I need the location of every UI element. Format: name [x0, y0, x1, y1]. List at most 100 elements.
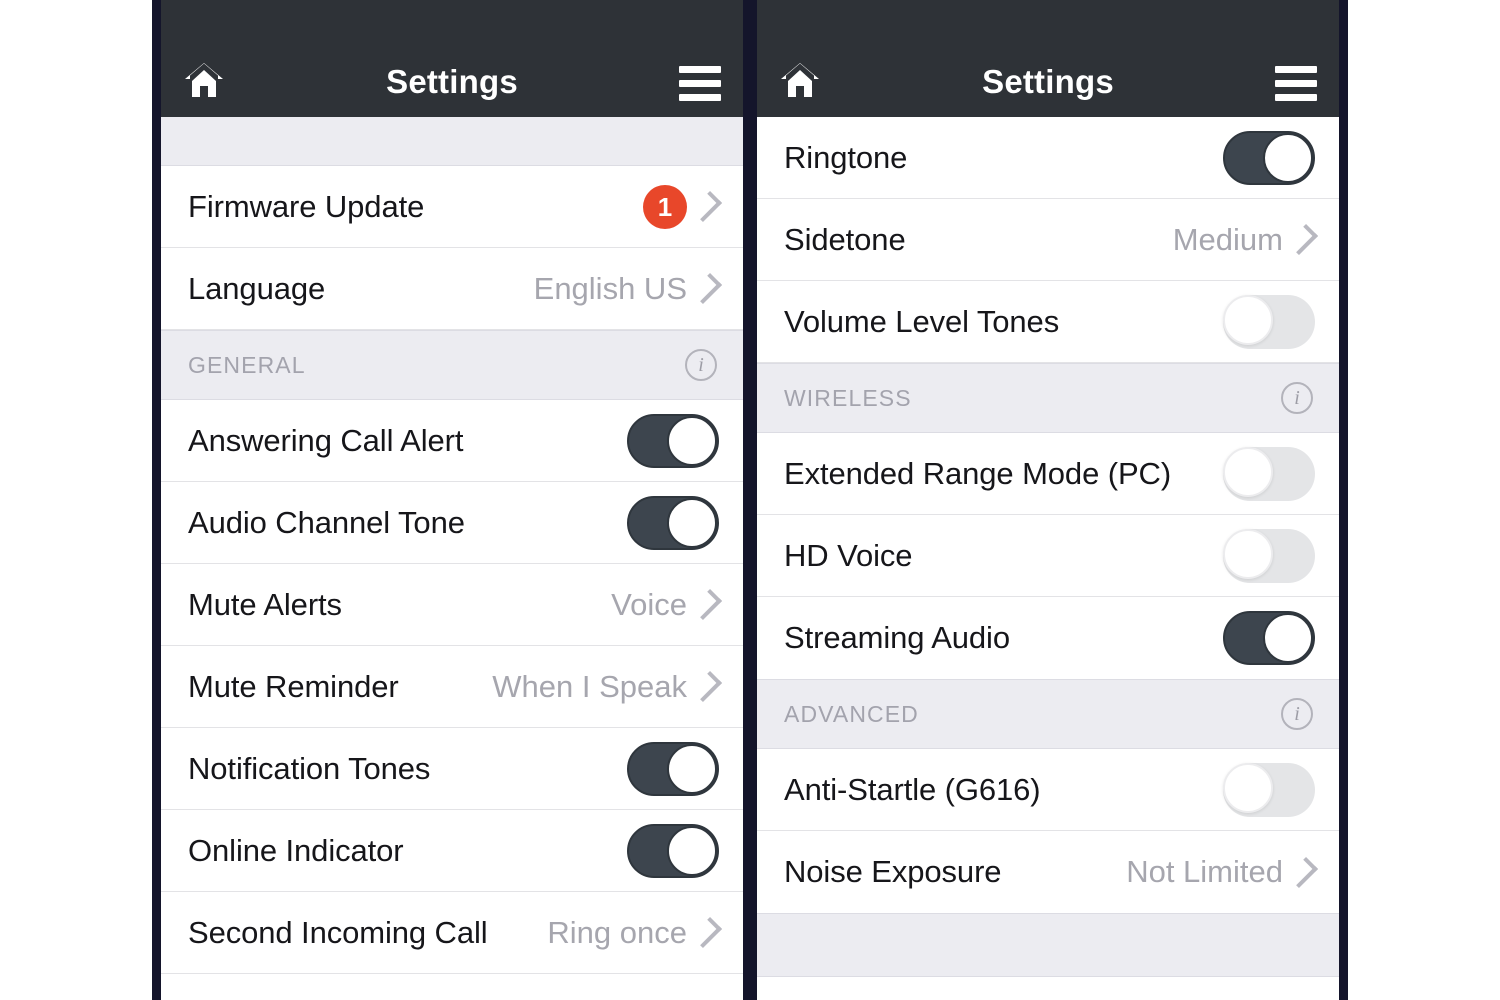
settings-list-left: Firmware Update 1 Language English US GE…	[161, 117, 743, 974]
app-header-left: Settings	[161, 0, 743, 117]
row-value: Voice	[611, 586, 687, 622]
toggle-volume-level-tones[interactable]	[1223, 294, 1315, 349]
list-item-ringtone[interactable]: Ringtone	[757, 117, 1339, 199]
row-label: Extended Range Mode (PC)	[784, 455, 1172, 491]
row-control: Medium	[1172, 221, 1319, 258]
list-item-mute-alerts[interactable]: Mute Alerts Voice	[161, 564, 743, 646]
list-item-firmware-update[interactable]: Firmware Update 1	[161, 166, 743, 248]
list-item-volume-level-tones[interactable]: Volume Level Tones	[757, 281, 1339, 363]
chevron-right-icon	[690, 670, 723, 703]
row-label: HD Voice	[784, 537, 913, 573]
row-label: Online Indicator	[188, 832, 404, 868]
header-left-slot	[183, 61, 245, 101]
info-icon[interactable]: i	[685, 349, 717, 381]
home-icon[interactable]	[779, 61, 821, 101]
chevron-right-icon	[1286, 223, 1319, 256]
toggle-knob	[667, 825, 717, 876]
toggle-knob	[1223, 762, 1273, 813]
list-item-mute-reminder[interactable]: Mute Reminder When I Speak	[161, 646, 743, 728]
hamburger-bar	[1275, 80, 1317, 87]
toggle-knob	[1223, 528, 1273, 579]
row-label: Streaming Audio	[784, 620, 1010, 655]
toggle-knob	[1263, 132, 1313, 183]
row-control: Ring once	[547, 914, 723, 951]
row-label: Mute Reminder	[188, 668, 399, 704]
toggle-knob	[667, 497, 717, 548]
info-icon[interactable]: i	[1281, 698, 1313, 730]
partial-section-strip	[161, 117, 743, 166]
section-label: GENERAL	[188, 351, 306, 378]
row-label: Anti-Startle (G616)	[784, 771, 1041, 807]
row-control: 1	[643, 184, 723, 229]
settings-list-right: Ringtone Sidetone Medium Volume Level To…	[757, 117, 1339, 977]
toggle-answering-call-alert[interactable]	[627, 413, 719, 468]
page-title: Settings	[982, 63, 1114, 100]
row-label: Audio Channel Tone	[188, 504, 465, 540]
hamburger-bar	[1275, 66, 1317, 73]
row-value: English US	[533, 270, 687, 306]
section-header-general: GENERAL i	[161, 330, 743, 400]
chevron-right-icon	[690, 916, 723, 949]
row-label: Mute Alerts	[188, 586, 342, 622]
chevron-right-icon	[690, 190, 723, 223]
chevron-right-icon	[690, 588, 723, 621]
header-right-slot	[659, 66, 721, 101]
toggle-notification-tones[interactable]	[627, 741, 719, 796]
header-left-slot	[779, 61, 841, 101]
toggle-knob	[1223, 294, 1273, 345]
phone-panel-right: Settings Ringtone Sidetone Medium Volume…	[748, 0, 1348, 1000]
list-item-hd-voice[interactable]: HD Voice	[757, 515, 1339, 597]
section-header-wireless: WIRELESS i	[757, 363, 1339, 433]
list-item-language[interactable]: Language English US	[161, 248, 743, 330]
toggle-knob	[1223, 446, 1273, 497]
toggle-anti-startle[interactable]	[1223, 762, 1315, 817]
toggle-online-indicator[interactable]	[627, 823, 719, 878]
row-label: Firmware Update	[188, 188, 425, 224]
info-icon[interactable]: i	[1281, 382, 1313, 414]
header-right-slot	[1255, 66, 1317, 101]
list-item-noise-exposure[interactable]: Noise Exposure Not Limited	[757, 831, 1339, 913]
list-item-online-indicator[interactable]: Online Indicator	[161, 810, 743, 892]
row-control: Not Limited	[1126, 854, 1319, 890]
row-label: Notification Tones	[188, 750, 431, 786]
list-item-notification-tones[interactable]: Notification Tones	[161, 728, 743, 810]
row-control: Voice	[611, 586, 723, 623]
section-header-advanced: ADVANCED i	[757, 679, 1339, 749]
list-item-streaming-audio[interactable]: Streaming Audio	[757, 597, 1339, 679]
list-item-sidetone[interactable]: Sidetone Medium	[757, 199, 1339, 281]
row-label: Second Incoming Call	[188, 914, 488, 950]
row-label: Volume Level Tones	[784, 303, 1060, 339]
list-item-anti-startle[interactable]: Anti-Startle (G616)	[757, 749, 1339, 831]
toggle-hd-voice[interactable]	[1223, 528, 1315, 583]
hamburger-menu-icon[interactable]	[679, 66, 721, 101]
row-label: Language	[188, 270, 326, 306]
row-value: When I Speak	[492, 668, 687, 704]
page-title: Settings	[386, 63, 518, 100]
toggle-ringtone[interactable]	[1223, 130, 1315, 185]
toggle-streaming-audio[interactable]	[1223, 611, 1315, 665]
hamburger-bar	[1275, 94, 1317, 101]
toggle-audio-channel-tone[interactable]	[627, 495, 719, 550]
app-screen-right: Settings Ringtone Sidetone Medium Volume…	[757, 0, 1339, 1000]
list-item-second-incoming-call[interactable]: Second Incoming Call Ring once	[161, 892, 743, 974]
chevron-right-icon	[1286, 856, 1319, 888]
hamburger-bar	[679, 94, 721, 101]
toggle-knob	[667, 415, 717, 466]
toggle-extended-range-mode[interactable]	[1223, 446, 1315, 501]
toggle-knob	[667, 743, 717, 794]
hamburger-menu-icon[interactable]	[1275, 66, 1317, 101]
list-item-audio-channel-tone[interactable]: Audio Channel Tone	[161, 482, 743, 564]
row-value: Medium	[1172, 221, 1283, 257]
row-value: Ring once	[547, 914, 687, 950]
list-item-answering-call-alert[interactable]: Answering Call Alert	[161, 400, 743, 482]
home-icon[interactable]	[183, 61, 225, 101]
trailing-section-strip	[757, 913, 1339, 977]
section-label: WIRELESS	[784, 384, 912, 411]
hamburger-bar	[679, 80, 721, 87]
row-label: Ringtone	[784, 139, 908, 175]
app-header-right: Settings	[757, 0, 1339, 117]
chevron-right-icon	[690, 272, 723, 305]
row-label: Noise Exposure	[784, 854, 1002, 889]
toggle-knob	[1263, 613, 1313, 663]
list-item-extended-range-mode[interactable]: Extended Range Mode (PC)	[757, 433, 1339, 515]
